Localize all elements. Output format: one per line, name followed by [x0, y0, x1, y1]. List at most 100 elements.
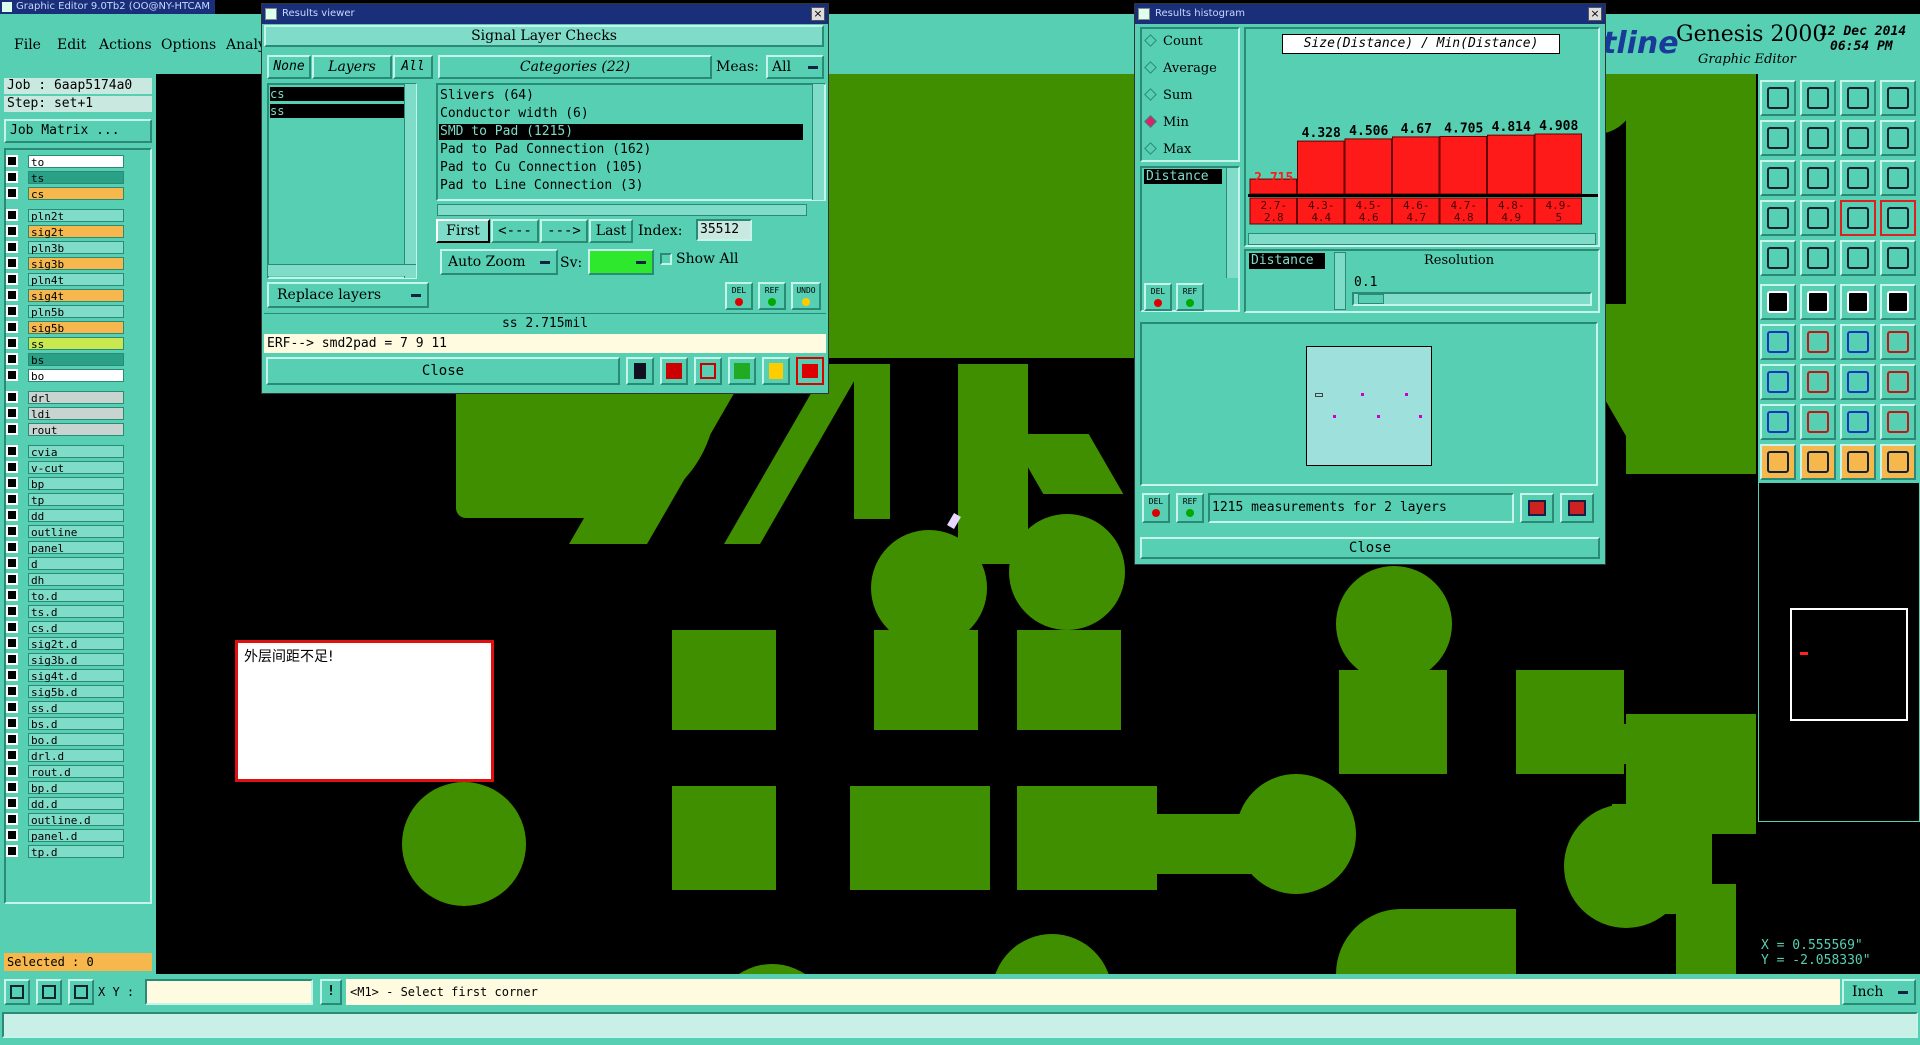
- layer-row[interactable]: cs: [6, 186, 124, 201]
- layer-checkbox[interactable]: [6, 493, 18, 505]
- outline-icon[interactable]: [1800, 240, 1836, 276]
- layer-name[interactable]: drl: [28, 390, 124, 405]
- layer-checkbox[interactable]: [6, 407, 18, 419]
- ref-button[interactable]: REF: [758, 282, 786, 310]
- layer-name[interactable]: sig2t: [28, 224, 124, 239]
- layer-checkbox[interactable]: [6, 637, 18, 649]
- layer-row[interactable]: tp.d: [6, 844, 124, 859]
- layer-row[interactable]: to.d: [6, 588, 124, 603]
- layer-checkbox[interactable]: [6, 241, 18, 253]
- layer-checkbox[interactable]: [6, 445, 18, 457]
- index-input[interactable]: 35512: [696, 219, 752, 241]
- radio-diamond-icon[interactable]: [1144, 142, 1157, 155]
- layer-name[interactable]: bs.d: [28, 716, 124, 731]
- layer-row[interactable]: pln4t: [6, 272, 124, 287]
- undo-button[interactable]: UNDO: [791, 282, 821, 310]
- layer-name[interactable]: dd.d: [28, 796, 124, 811]
- select-icon[interactable]: [1760, 444, 1796, 480]
- pad-icon[interactable]: [1760, 364, 1796, 400]
- next-button[interactable]: --->: [540, 219, 588, 243]
- hist-del-button[interactable]: DEL: [1144, 283, 1172, 311]
- del-button[interactable]: DEL: [725, 282, 753, 310]
- layer-checkbox[interactable]: [6, 813, 18, 825]
- swap-icon[interactable]: [1840, 120, 1876, 156]
- layer-checkbox[interactable]: [6, 589, 18, 601]
- layer-down-icon[interactable]: [1800, 80, 1836, 116]
- sv-dropdown[interactable]: [588, 249, 654, 275]
- layer-row[interactable]: to: [6, 154, 124, 169]
- histogram-list-item[interactable]: Distance: [1144, 169, 1222, 184]
- menu-analysis[interactable]: Analy: [226, 37, 266, 53]
- layer-name[interactable]: outline.d: [28, 812, 124, 827]
- layer-row[interactable]: ldi: [6, 406, 124, 421]
- layer-name[interactable]: drl.d: [28, 748, 124, 763]
- layer-checkbox[interactable]: [6, 477, 18, 489]
- close-icon[interactable]: ×: [1588, 7, 1602, 21]
- radio-diamond-icon[interactable]: [1144, 34, 1157, 47]
- layer-name[interactable]: bs: [28, 352, 124, 367]
- hist-option[interactable]: Average: [1144, 61, 1217, 76]
- layer-checkbox[interactable]: [6, 337, 18, 349]
- tool-icon-4[interactable]: [728, 357, 756, 385]
- layer-checkbox[interactable]: [6, 257, 18, 269]
- layer-row[interactable]: panel.d: [6, 828, 124, 843]
- tool-icon-5[interactable]: [762, 357, 790, 385]
- layer-checkbox[interactable]: [6, 187, 18, 199]
- layer-name[interactable]: bo.d: [28, 732, 124, 747]
- grid-icon[interactable]: [1800, 200, 1836, 236]
- layer-name[interactable]: sig4t.d: [28, 668, 124, 683]
- category-item[interactable]: Pad to Line Connection (3): [440, 178, 644, 193]
- move-right-icon[interactable]: [1800, 120, 1836, 156]
- layer-name[interactable]: tp: [28, 492, 124, 507]
- layer-row[interactable]: tp: [6, 492, 124, 507]
- close-icon[interactable]: ×: [811, 7, 825, 21]
- circle-icon[interactable]: [1880, 240, 1916, 276]
- layer-name[interactable]: dd: [28, 508, 124, 523]
- layer-checkbox[interactable]: [6, 321, 18, 333]
- hist-bar[interactable]: [1297, 140, 1345, 195]
- results-close-button[interactable]: Close: [266, 357, 620, 385]
- categories-button[interactable]: Categories (22): [438, 55, 712, 79]
- bottom-tool-1[interactable]: [4, 979, 30, 1005]
- layer-name[interactable]: pln4t: [28, 272, 124, 287]
- layer-name[interactable]: ss.d: [28, 700, 124, 715]
- layer-row[interactable]: pln3b: [6, 240, 124, 255]
- measure-icon[interactable]: [1840, 364, 1876, 400]
- scale-icon[interactable]: [1840, 160, 1876, 196]
- home-icon[interactable]: [1840, 80, 1876, 116]
- layer-name[interactable]: rout: [28, 422, 124, 437]
- zoom-center-icon[interactable]: [1800, 160, 1836, 196]
- mirror-icon[interactable]: [1880, 324, 1916, 360]
- layer-checkbox[interactable]: [6, 701, 18, 713]
- hist-del-button-2[interactable]: DEL: [1142, 493, 1170, 523]
- select-alt-icon[interactable]: [1800, 444, 1836, 480]
- layer-checkbox[interactable]: [6, 605, 18, 617]
- settings-icon[interactable]: [1880, 200, 1916, 236]
- layer-row[interactable]: bs.d: [6, 716, 124, 731]
- hist-bar[interactable]: [1392, 136, 1440, 195]
- fit-icon[interactable]: [1760, 160, 1796, 196]
- layer-checkbox[interactable]: [6, 797, 18, 809]
- layer-checkbox[interactable]: [6, 781, 18, 793]
- layer-row[interactable]: ss.d: [6, 700, 124, 715]
- layers-none-button[interactable]: None: [267, 55, 311, 79]
- connect-icon[interactable]: [1760, 284, 1796, 320]
- menu-file[interactable]: File: [14, 37, 41, 53]
- hist-ref-button-2[interactable]: REF: [1176, 493, 1204, 523]
- layer-name[interactable]: bo: [28, 368, 124, 383]
- scrollbar-horizontal[interactable]: [1248, 233, 1596, 245]
- hist-bar[interactable]: [1487, 134, 1535, 195]
- layer-checkbox[interactable]: [6, 733, 18, 745]
- layer-row[interactable]: ts.d: [6, 604, 124, 619]
- menu-edit[interactable]: Edit: [57, 37, 86, 53]
- unit-dropdown[interactable]: Inch: [1842, 979, 1916, 1005]
- layer-checkbox[interactable]: [6, 525, 18, 537]
- chart-config-button[interactable]: [1560, 493, 1594, 523]
- layer-name[interactable]: rout.d: [28, 764, 124, 779]
- segment-icon[interactable]: [1800, 364, 1836, 400]
- layer-name[interactable]: v-cut: [28, 460, 124, 475]
- layer-row[interactable]: pln5b: [6, 304, 124, 319]
- layer-row[interactable]: rout: [6, 422, 124, 437]
- layer-row[interactable]: cs.d: [6, 620, 124, 635]
- layer-row[interactable]: outline: [6, 524, 124, 539]
